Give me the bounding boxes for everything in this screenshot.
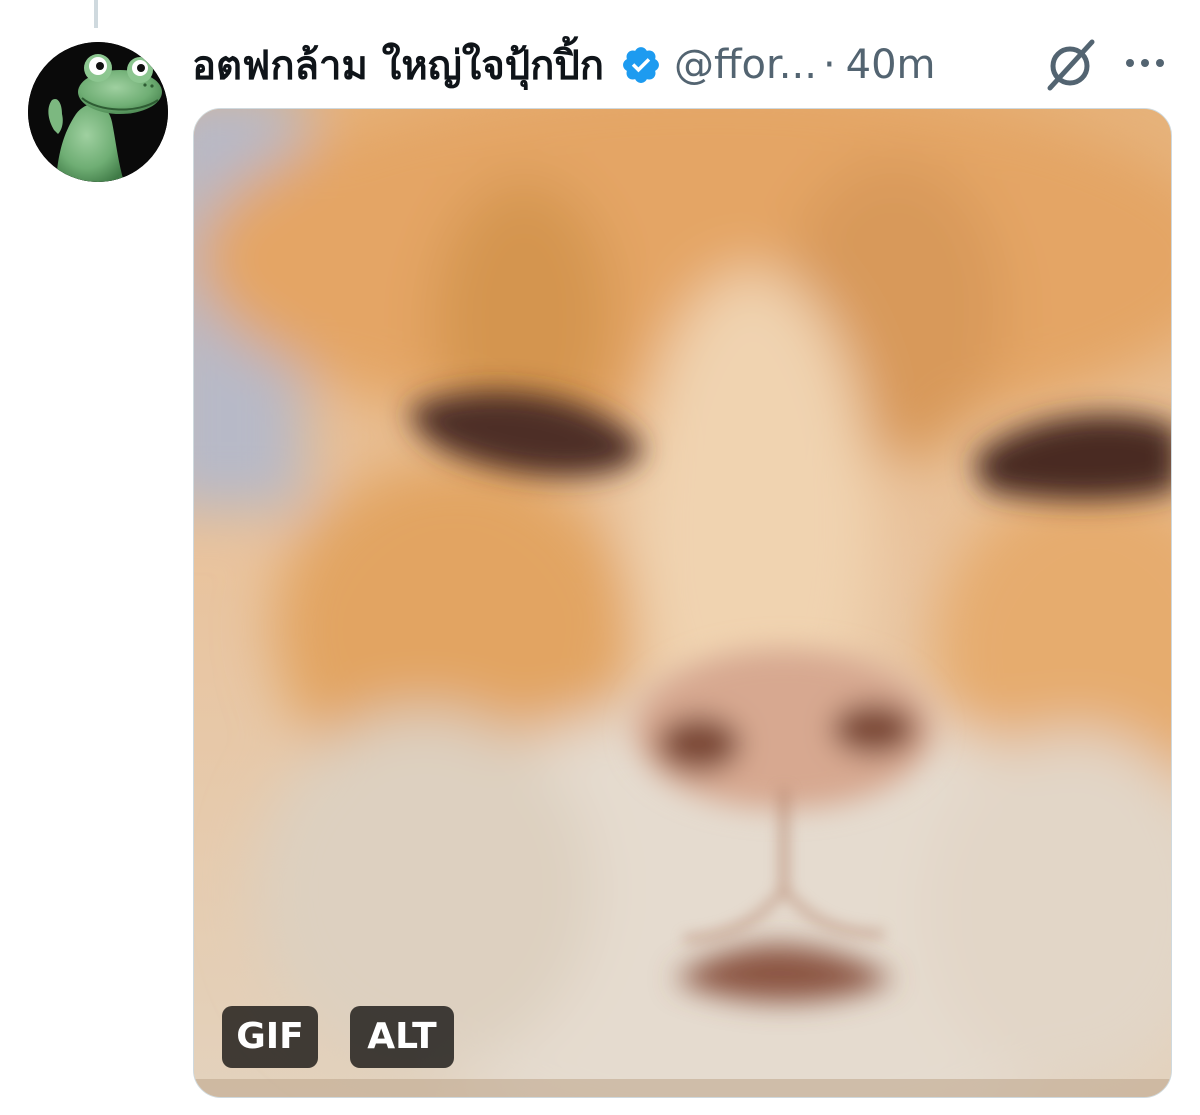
- more-icon[interactable]: [1120, 40, 1170, 86]
- cat-face-image: [194, 109, 1171, 1097]
- post-timestamp[interactable]: 40m: [846, 42, 936, 88]
- gif-badge[interactable]: GIF: [222, 1006, 318, 1068]
- avatar[interactable]: [28, 42, 168, 182]
- tweet[interactable]: อตฟกล้าม ใหญ่ใจปุ้กปิ้ก @ffor... · 40m G…: [0, 0, 1200, 1115]
- author-display-name[interactable]: อตฟกล้าม ใหญ่ใจปุ้กปิ้ก: [192, 33, 604, 97]
- verified-badge-icon[interactable]: [620, 44, 662, 86]
- author-handle[interactable]: @ffor...: [674, 42, 817, 88]
- alt-text-badge[interactable]: ALT: [350, 1006, 454, 1068]
- grok-icon[interactable]: [1042, 36, 1098, 92]
- gif-media[interactable]: GIF ALT: [193, 108, 1172, 1098]
- frog-avatar-icon: [28, 42, 168, 182]
- tweet-header: อตฟกล้าม ใหญ่ใจปุ้กปิ้ก @ffor... · 40m: [192, 30, 1172, 100]
- thread-connector-line: [94, 0, 98, 28]
- dot-separator: ·: [822, 42, 836, 88]
